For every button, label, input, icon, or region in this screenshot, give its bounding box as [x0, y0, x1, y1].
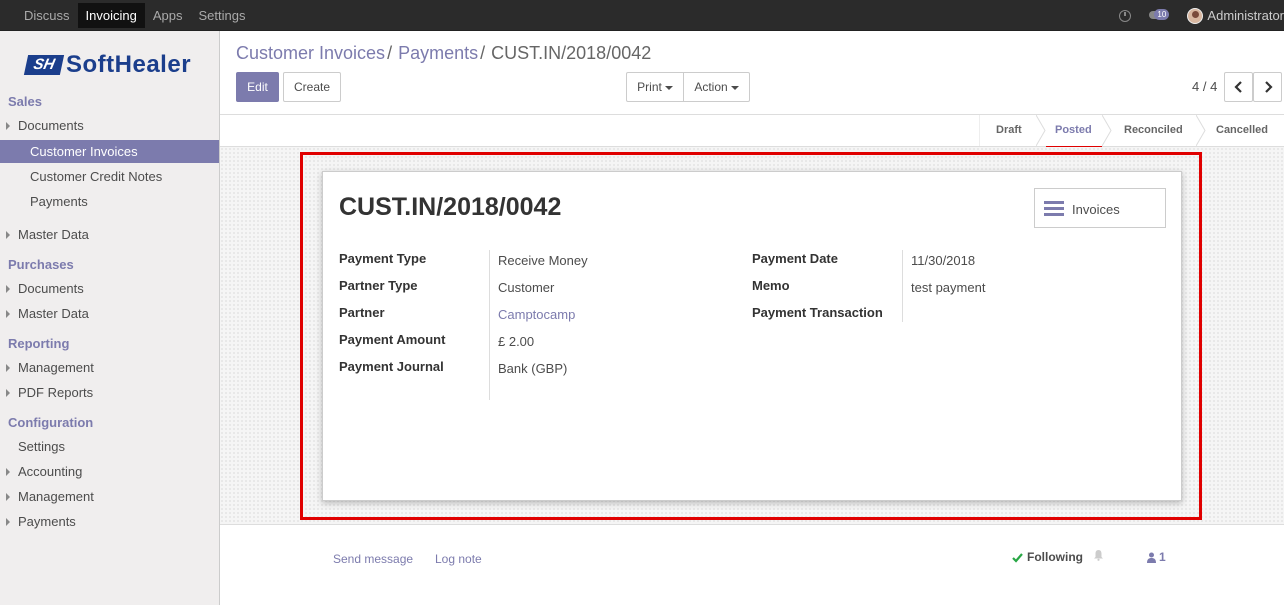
caret-right-icon — [6, 468, 10, 476]
breadcrumb-separator: / — [480, 43, 486, 63]
action-label: Action — [694, 80, 728, 94]
message-count-badge: 10 — [1154, 8, 1170, 20]
menu-discuss[interactable]: Discuss — [16, 3, 78, 28]
status-divider — [979, 115, 980, 146]
caret-right-icon — [6, 231, 10, 239]
sidebar-item-config-management[interactable]: Management — [0, 485, 219, 508]
user-icon — [1147, 552, 1156, 563]
followers-count: 1 — [1159, 550, 1166, 564]
breadcrumb-payments[interactable]: Payments — [398, 43, 478, 64]
status-divider — [1196, 115, 1206, 146]
following-button[interactable]: Following — [1012, 550, 1083, 564]
following-label: Following — [1027, 550, 1083, 564]
sidebar-section-configuration: Configuration — [8, 415, 94, 430]
pager-previous-button[interactable] — [1224, 72, 1253, 102]
breadcrumb: Customer Invoices / Payments / CUST.IN/2… — [236, 43, 651, 64]
company-logo: SH SoftHealer — [23, 51, 192, 79]
breadcrumb-current: CUST.IN/2018/0042 — [491, 43, 652, 63]
status-divider — [1036, 115, 1046, 146]
messages-icon[interactable]: 10 — [1149, 8, 1170, 22]
app-menu: Discuss Invoicing Apps Settings — [16, 3, 253, 28]
caret-right-icon — [6, 518, 10, 526]
sidebar-item-sales-master-data[interactable]: Master Data — [0, 223, 219, 246]
sidebar-item-purchase-master-data[interactable]: Master Data — [0, 302, 219, 325]
send-message-link[interactable]: Send message — [333, 552, 413, 566]
sidebar-item-purchase-documents[interactable]: Documents — [0, 277, 219, 300]
create-button[interactable]: Create — [283, 72, 341, 102]
chevron-left-icon — [1234, 81, 1242, 93]
user-avatar[interactable] — [1187, 7, 1204, 24]
sidebar-item-sales-documents[interactable]: Documents — [0, 114, 219, 137]
pager-value[interactable]: 4 / 4 — [1192, 79, 1217, 94]
status-divider — [1102, 115, 1112, 146]
edit-button[interactable]: Edit — [236, 72, 279, 102]
log-note-link[interactable]: Log note — [435, 552, 482, 566]
menu-settings[interactable]: Settings — [190, 3, 253, 28]
sidebar-item-accounting[interactable]: Accounting — [0, 460, 219, 483]
pager-next-button[interactable] — [1253, 72, 1282, 102]
sidebar-item-customer-invoices[interactable]: Customer Invoices — [0, 140, 219, 163]
print-label: Print — [637, 80, 662, 94]
breadcrumb-customer-invoices[interactable]: Customer Invoices — [236, 43, 385, 64]
sidebar-section-reporting: Reporting — [8, 336, 70, 351]
caret-right-icon — [6, 122, 10, 130]
activity-clock-icon[interactable] — [1119, 9, 1132, 22]
followers-button[interactable]: 1 — [1147, 550, 1166, 564]
status-cancelled[interactable]: Cancelled — [1216, 115, 1268, 146]
sidebar-item-config-payments[interactable]: Payments — [0, 510, 219, 533]
logo-mark: SH — [23, 55, 65, 75]
sidebar-item-settings[interactable]: Settings — [0, 435, 219, 458]
caret-right-icon — [6, 493, 10, 501]
chevron-right-icon — [1265, 81, 1273, 93]
menu-apps[interactable]: Apps — [145, 3, 191, 28]
action-dropdown[interactable]: Action — [683, 72, 750, 102]
sidebar-item-payments[interactable]: Payments — [0, 190, 219, 213]
check-icon — [1012, 552, 1023, 563]
user-menu[interactable]: Administrator — [1207, 8, 1284, 23]
sidebar-item-customer-credit-notes[interactable]: Customer Credit Notes — [0, 165, 219, 188]
caret-down-icon — [730, 85, 739, 90]
caret-right-icon — [6, 285, 10, 293]
logo-text: SoftHealer — [66, 51, 192, 78]
status-posted[interactable]: Posted — [1055, 115, 1092, 146]
highlight-box — [300, 152, 1202, 520]
status-bar: Draft Posted Reconciled Cancelled — [220, 114, 1284, 149]
sidebar-section-purchases: Purchases — [8, 257, 74, 272]
status-draft[interactable]: Draft — [996, 115, 1022, 146]
caret-right-icon — [6, 389, 10, 397]
caret-down-icon — [664, 85, 673, 90]
caret-right-icon — [6, 310, 10, 318]
menu-invoicing[interactable]: Invoicing — [77, 3, 145, 28]
sidebar-item-pdf-reports[interactable]: PDF Reports — [0, 381, 219, 404]
top-navbar: Discuss Invoicing Apps Settings 10 Admin… — [0, 0, 1284, 31]
caret-right-icon — [6, 364, 10, 372]
status-reconciled[interactable]: Reconciled — [1124, 115, 1183, 146]
sidebar-item-reporting-management[interactable]: Management — [0, 356, 219, 379]
bell-icon[interactable] — [1093, 549, 1104, 561]
sidebar-section-sales: Sales — [8, 94, 42, 109]
print-dropdown[interactable]: Print — [626, 72, 684, 102]
breadcrumb-separator: / — [387, 43, 393, 63]
